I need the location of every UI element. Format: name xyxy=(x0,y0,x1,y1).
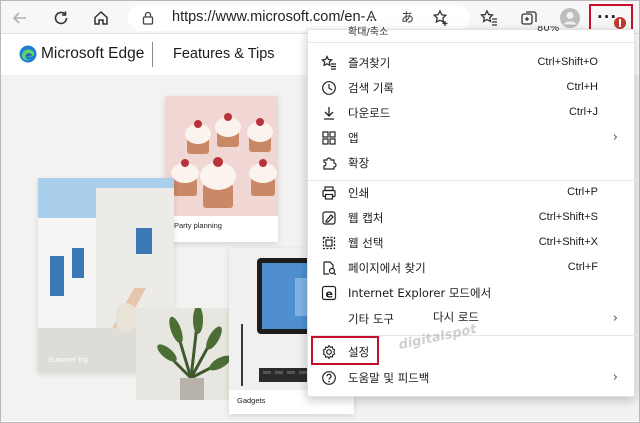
menu-item-label: 확장 xyxy=(348,156,370,170)
edge-logo-icon xyxy=(19,45,37,63)
menu-item-history[interactable]: 검색 기록 Ctrl+H xyxy=(308,75,636,101)
cupcakes-image xyxy=(165,96,278,216)
summer-trip-caption: Summer trip xyxy=(48,355,89,364)
plant-image xyxy=(136,306,236,400)
menu-item-shortcut: Ctrl+P xyxy=(567,186,598,198)
back-button[interactable] xyxy=(6,4,34,32)
zoom-value: 80% xyxy=(537,26,560,34)
menu-item-shortcut: Ctrl+Shift+X xyxy=(538,236,598,248)
refresh-button[interactable] xyxy=(47,4,75,32)
menu-item-shortcut: Ctrl+H xyxy=(566,81,598,93)
menu-item-print[interactable]: 인쇄 Ctrl+P xyxy=(308,180,636,206)
menu-item-extensions[interactable]: 확장 xyxy=(308,150,636,176)
features-tips-link[interactable]: Features & Tips xyxy=(173,46,275,62)
download-icon xyxy=(320,104,338,122)
menu-item-label: 인쇄 xyxy=(348,186,370,200)
menu-item-label: 즐겨찾기 xyxy=(348,56,391,70)
print-icon xyxy=(320,184,338,202)
web-select-icon xyxy=(320,234,338,252)
url-text[interactable]: https://www.microsoft.com/en-... xyxy=(172,9,377,25)
menu-item-help-feedback[interactable]: 도움말 및 피드백 › xyxy=(308,365,636,391)
help-icon xyxy=(320,369,338,387)
menu-item-favorites[interactable]: 즐겨찾기 Ctrl+Shift+O xyxy=(308,50,636,76)
menu-item-apps[interactable]: 앱 › xyxy=(308,125,636,151)
favorites-bar-icon xyxy=(480,9,497,26)
chevron-right-icon: › xyxy=(612,370,618,385)
brand-name[interactable]: Microsoft Edge xyxy=(41,45,144,63)
menu-item-label: 페이지에서 찾기 xyxy=(348,261,426,275)
ie-mode-icon: e xyxy=(320,284,338,302)
menu-item-label: Internet Explorer 모드에서 xyxy=(348,286,492,300)
menu-item-shortcut: Ctrl+J xyxy=(568,106,598,118)
home-button[interactable] xyxy=(87,4,115,32)
menu-item-shortcut: Ctrl+F xyxy=(567,261,598,273)
menu-item-label: 앱 xyxy=(348,131,359,145)
gadgets-caption: Gadgets xyxy=(237,396,266,405)
svg-text:e: e xyxy=(326,288,333,301)
refresh-icon xyxy=(54,11,68,25)
chevron-right-icon: › xyxy=(612,311,618,326)
favorites-icon xyxy=(320,54,338,72)
translate-icon[interactable]: あ xyxy=(401,7,414,26)
chevron-right-icon: › xyxy=(612,130,618,145)
apps-icon xyxy=(320,129,338,147)
menu-item-shortcut: Ctrl+Shift+S xyxy=(538,211,598,223)
menu-item-label: 도움말 및 피드백 xyxy=(348,371,430,385)
history-icon xyxy=(320,79,338,97)
menu-divider xyxy=(308,42,636,43)
menu-item-label: 웹 캡처 xyxy=(348,211,384,225)
home-icon xyxy=(94,10,108,25)
menu-item-web-capture[interactable]: 웹 캡처 Ctrl+Shift+S xyxy=(308,205,636,231)
read-aloud-icon[interactable]: A xyxy=(367,8,376,23)
menu-item-label: 웹 선택 xyxy=(348,236,384,250)
zoom-label: 확대/축소 xyxy=(348,27,389,38)
lock-icon xyxy=(142,11,154,25)
menu-item-downloads[interactable]: 다운로드 Ctrl+J xyxy=(308,100,636,126)
extensions-icon xyxy=(320,154,338,172)
back-arrow-icon xyxy=(12,12,26,24)
menu-item-ie-mode[interactable]: e Internet Explorer 모드에서 xyxy=(308,280,636,306)
menu-item-web-select[interactable]: 웹 선택 Ctrl+Shift+X xyxy=(308,230,636,256)
menu-item-label: 다운로드 xyxy=(348,106,391,120)
menu-item-shortcut: Ctrl+Shift+O xyxy=(537,56,598,68)
party-planning-caption: Party planning xyxy=(174,221,222,230)
web-capture-icon xyxy=(320,209,338,227)
settings-highlight-box xyxy=(311,336,379,365)
menu-item-find-on-page[interactable]: 페이지에서 찾기 Ctrl+F xyxy=(308,255,636,281)
party-planning-card[interactable]: Party planning xyxy=(165,96,278,242)
find-on-page-icon xyxy=(320,259,338,277)
collections-icon xyxy=(521,11,537,25)
zoom-row[interactable]: 확대/축소 80% xyxy=(308,26,636,38)
star-add-icon xyxy=(432,9,448,26)
header-divider xyxy=(152,42,153,67)
menu-item-label: 기타 도구 xyxy=(348,312,394,326)
menu-item-label: 검색 기록 xyxy=(348,81,394,95)
